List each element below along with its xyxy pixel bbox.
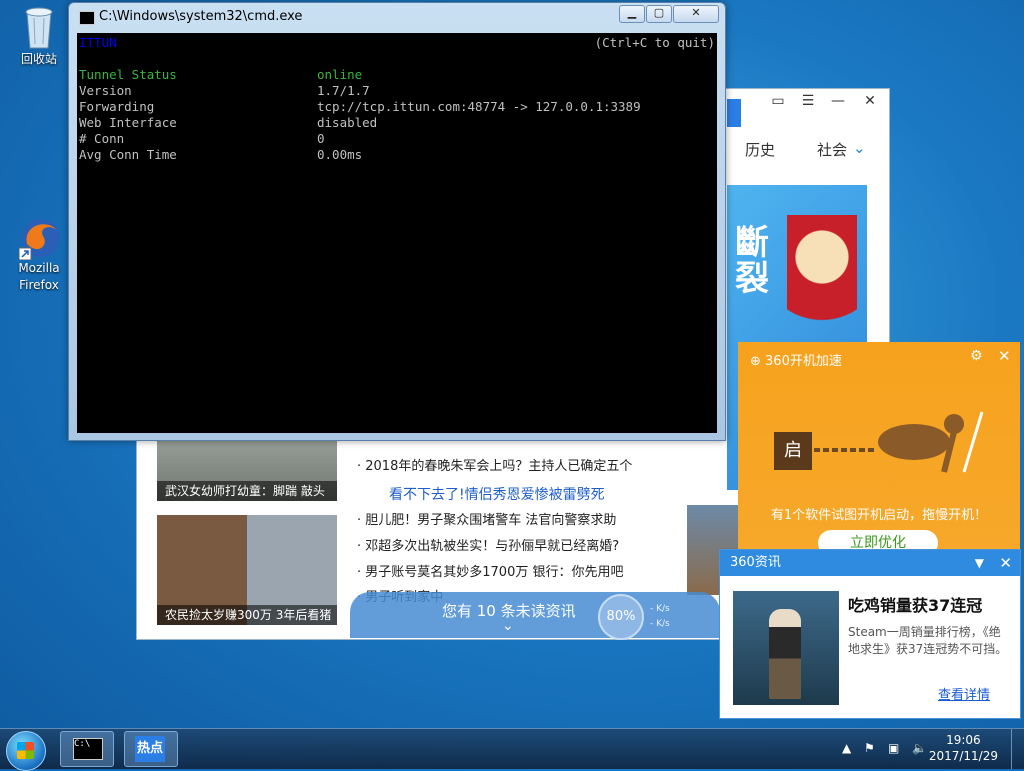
recycle-bin-icon xyxy=(19,6,59,49)
news360-description: Steam一周销量排行榜，《绝地求生》获37连冠势不可挡。 xyxy=(848,625,1008,656)
row-value: disabled xyxy=(317,115,378,130)
gear-icon[interactable]: ⚙ xyxy=(970,348,983,364)
news-link[interactable]: · 邓超多次出轨被坐实！与孙俪早就已经离婚? xyxy=(357,535,619,554)
upload-speed: - K/s xyxy=(650,604,670,614)
network-icon[interactable]: ▣ xyxy=(888,741,899,755)
news360-header: 360资讯 ▼ ✕ xyxy=(720,550,1020,576)
news-thumbnail-1[interactable]: 武汉女幼师打幼童：脚踹 敲头 xyxy=(157,436,337,501)
news-menu-icon[interactable]: ☰ xyxy=(797,93,819,109)
boost-message: 有1个软件试图开机启动，拖慢开机！ xyxy=(770,508,988,523)
news-link[interactable]: · 胆儿肥！男子聚众围堵警车 法官向警察求助 xyxy=(357,509,616,528)
dropdown-icon[interactable]: ▼ xyxy=(975,550,984,576)
console-header: ITTUN xyxy=(79,35,117,50)
row-value: 1.7/1.7 xyxy=(317,83,370,98)
hotspot-icon: 热点 xyxy=(135,736,165,762)
row-label: Version xyxy=(79,83,132,98)
cmd-icon xyxy=(79,11,95,25)
clock-date: 2017/11/29 xyxy=(928,749,998,763)
cmd-title: C:\Windows\system32\cmd.exe xyxy=(99,9,303,24)
firefox-label: Mozilla Firefox xyxy=(18,261,60,292)
thumbnail-caption: 武汉女幼师打幼童：脚踹 敲头 xyxy=(157,481,337,501)
news360-image[interactable] xyxy=(733,591,839,705)
start-button[interactable] xyxy=(6,731,46,771)
close-icon[interactable]: ✕ xyxy=(999,550,1012,576)
taskbar-cmd[interactable]: C:\ xyxy=(60,731,114,767)
desktop-icon-firefox[interactable]: Mozilla Firefox xyxy=(4,216,74,294)
news-minimize-button[interactable]: — xyxy=(827,93,849,109)
news-skin-icon[interactable]: ▭ xyxy=(767,93,789,109)
lock-block-icon: 启 xyxy=(774,432,812,470)
windows-logo-icon xyxy=(17,742,34,759)
row-label: Avg Conn Time xyxy=(79,147,177,162)
chevron-down-icon[interactable]: ⌄ xyxy=(502,618,514,634)
ad-figure xyxy=(787,215,857,355)
minimize-button[interactable]: ▁ xyxy=(619,5,645,23)
character-figure xyxy=(769,609,801,699)
news-link[interactable]: · 2018年的春晚朱军会上吗？主持人已确定五个 xyxy=(357,455,632,474)
chain-figure-icon xyxy=(814,402,994,482)
close-button[interactable]: ✕ xyxy=(673,5,719,23)
news360-panel: 360资讯 ▼ ✕ 吃鸡销量获37连冠 Steam一周销量排行榜，《绝地求生》获… xyxy=(719,549,1021,719)
row-label: Tunnel Status xyxy=(79,67,177,82)
tab-history[interactable]: 历史 xyxy=(745,139,775,160)
recycle-bin-label: 回收站 xyxy=(20,52,57,66)
flag-icon[interactable]: ⚑ xyxy=(864,741,875,755)
download-speed: - K/s xyxy=(650,619,670,629)
memory-gauge[interactable]: 80% xyxy=(598,594,644,640)
cmd-window: C:\Windows\system32\cmd.exe ▁ ▢ ✕ ITTUN … xyxy=(68,2,726,441)
thumbnail-caption: 农民捡太岁赚300万 3年后看猪 xyxy=(157,605,337,625)
row-value: 0 xyxy=(317,131,325,146)
firefox-icon xyxy=(18,216,60,261)
desktop-icon-recycle-bin[interactable]: 回收站 xyxy=(4,6,74,67)
row-value: tcp://tcp.ittun.com:48774 -> 127.0.0.1:3… xyxy=(317,99,641,114)
unread-news-bar[interactable]: 您有 10 条未读资讯 ⌄ 80% - K/s - K/s xyxy=(350,592,720,640)
console-quit-hint: (Ctrl+C to quit) xyxy=(594,35,715,50)
close-icon[interactable]: ✕ xyxy=(998,347,1011,365)
console-output[interactable]: ITTUN (Ctrl+C to quit) Tunnel Status onl… xyxy=(77,33,717,433)
news-thumbnail-2[interactable]: 农民捡太岁赚300万 3年后看猪 xyxy=(157,515,337,625)
row-value: 0.00ms xyxy=(317,147,363,162)
clock-time: 19:06 xyxy=(946,733,981,747)
maximize-button[interactable]: ▢ xyxy=(646,5,672,23)
row-label: # Conn xyxy=(79,131,125,146)
boost-panel: ⊕ 360开机加速 ⚙ ✕ 启 有1个软件试图开机启动，拖慢开机！ 立即优化 xyxy=(738,342,1020,556)
tab-society[interactable]: 社会 xyxy=(817,139,847,160)
search-button[interactable] xyxy=(727,99,741,127)
row-value: online xyxy=(317,67,363,82)
boost-logo-icon: ⊕ xyxy=(750,354,766,369)
news-close-button[interactable]: ✕ xyxy=(859,93,881,109)
ad-text-graphic: 斷裂 xyxy=(735,223,769,299)
cmd-icon: C:\ xyxy=(73,738,103,760)
boost-title: ⊕ 360开机加速 xyxy=(750,354,842,369)
headline-link[interactable]: 看不下去了!情侣秀恩爱惨被雷劈死 xyxy=(389,484,605,504)
news360-title: 360资讯 xyxy=(730,555,781,570)
volume-icon[interactable]: 🔈 xyxy=(912,741,927,755)
taskbar: C:\ 热点 ▲ ⚑ ▣ 🔈 19:06 2017/11/29 xyxy=(0,728,1024,771)
system-clock[interactable]: 19:06 2017/11/29 xyxy=(929,732,998,764)
row-label: Forwarding xyxy=(79,99,155,114)
show-hidden-icons[interactable]: ▲ xyxy=(842,741,851,755)
chevron-down-icon[interactable]: ⌄ xyxy=(853,139,866,157)
news360-headline[interactable]: 吃鸡销量获37连冠 xyxy=(848,592,982,616)
news-link[interactable]: · 男子账号莫名其妙多1700万 银行：你先用吧 xyxy=(357,561,623,580)
taskbar-hotspot[interactable]: 热点 xyxy=(124,731,178,767)
show-desktop-button[interactable] xyxy=(1011,729,1024,769)
row-label: Web Interface xyxy=(79,115,177,130)
view-details-link[interactable]: 查看详情 xyxy=(938,684,990,703)
